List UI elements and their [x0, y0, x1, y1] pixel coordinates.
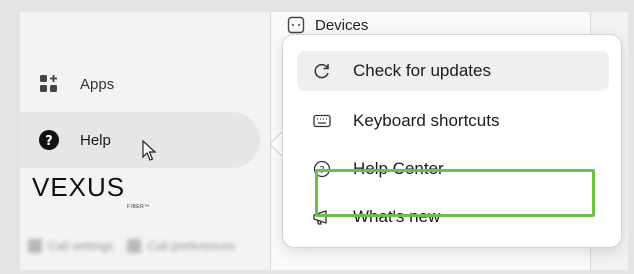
sidebar-item-apps[interactable]: Apps: [20, 56, 260, 112]
keyboard-icon: [311, 110, 333, 132]
megaphone-icon: [311, 206, 333, 228]
app-window: Apps ? Help VEXUS FIBER™ Call settings C…: [20, 12, 628, 270]
sidebar-item-label: Help: [80, 131, 111, 149]
help-menu: Check for updates Keyboard shortcuts ? H…: [282, 34, 622, 248]
menu-item-help-center[interactable]: ? Help Center: [297, 149, 609, 189]
settings-icon: [28, 239, 42, 253]
logo-subtext: FIBER™: [127, 204, 150, 210]
blurred-footer-items: Call settings Call preferences: [28, 234, 298, 258]
apps-icon: [40, 75, 57, 92]
blurred-item[interactable]: Call settings: [28, 239, 113, 253]
menu-item-check-for-updates[interactable]: Check for updates: [297, 51, 609, 91]
menu-item-label: Check for updates: [353, 61, 491, 80]
help-outline-icon: ?: [311, 158, 333, 180]
devices-item[interactable]: Devices: [287, 16, 368, 34]
menu-item-label: What's new: [353, 207, 441, 226]
blurred-item[interactable]: Call preferences: [127, 239, 235, 253]
sidebar: Apps ? Help VEXUS FIBER™ Call settings C…: [20, 12, 278, 270]
menu-item-label: Keyboard shortcuts: [353, 111, 500, 130]
sidebar-item-help[interactable]: ? Help: [20, 112, 260, 168]
sidebar-item-label: Apps: [80, 75, 115, 93]
help-circle-icon: ?: [39, 130, 59, 150]
refresh-icon: [311, 60, 333, 82]
menu-item-label: Help Center: [353, 159, 444, 178]
svg-text:?: ?: [45, 134, 53, 149]
menu-item-whats-new[interactable]: What's new: [297, 197, 609, 237]
menu-item-keyboard-shortcuts[interactable]: Keyboard shortcuts: [297, 101, 609, 141]
preferences-icon: [127, 239, 142, 253]
logo-wordmark: VEXUS: [32, 172, 126, 202]
vexus-logo: VEXUS FIBER™: [32, 172, 162, 212]
svg-text:?: ?: [319, 165, 324, 176]
devices-label: Devices: [315, 16, 369, 34]
devices-icon: [287, 16, 305, 34]
mouse-cursor-icon: [142, 140, 157, 161]
